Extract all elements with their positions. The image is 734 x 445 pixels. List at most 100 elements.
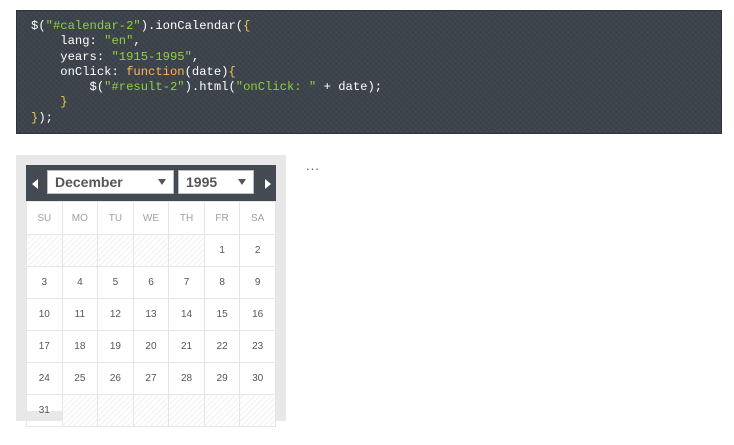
- day-cell[interactable]: 12: [97, 298, 134, 331]
- day-cell[interactable]: 21: [168, 330, 205, 363]
- code-token: + date);: [316, 80, 383, 95]
- empty-day-cell: [97, 234, 134, 267]
- day-cell[interactable]: 27: [132, 362, 170, 395]
- code-token: onClick:: [31, 64, 127, 79]
- arrow-left-icon: [32, 179, 38, 189]
- empty-day-cell: [97, 394, 134, 427]
- weekday-label: FR: [203, 201, 241, 235]
- code-token: ,: [133, 34, 141, 49]
- weekday-label: MO: [61, 201, 99, 235]
- code-line: });: [31, 111, 382, 126]
- empty-day-cell: [168, 394, 205, 427]
- code-token: "en": [104, 34, 134, 49]
- code-line: onClick: function(date){: [31, 65, 382, 80]
- day-cell[interactable]: 5: [97, 266, 134, 299]
- day-cell[interactable]: 9: [239, 266, 276, 299]
- empty-day-cell: [132, 394, 170, 427]
- week-row: 17 18 19 20 21 22 23: [26, 330, 276, 363]
- day-cell[interactable]: 13: [132, 298, 170, 331]
- empty-day-cell: [168, 234, 205, 267]
- day-cell[interactable]: 22: [203, 330, 241, 363]
- result-output: ...: [306, 158, 320, 173]
- week-row: 10 11 12 13 14 15 16: [26, 298, 276, 331]
- day-cell[interactable]: 28: [168, 362, 205, 395]
- week-row: 3456789: [26, 266, 276, 299]
- day-cell[interactable]: 26: [97, 362, 134, 395]
- weekday-label: TU: [97, 201, 134, 235]
- calendar-grid: SU MO TU WE TH FR SA 1 2 3 4 5 6 7 8 9 10 11 12 13 14 15 16 17…: [26, 201, 276, 427]
- weekday-header-row: SU MO TU WE TH FR SA: [26, 201, 276, 235]
- code-line: }: [31, 95, 382, 110]
- code-token: function: [126, 64, 185, 79]
- code-line: years: "1915-1995",: [31, 50, 382, 65]
- code-token: ,: [191, 49, 200, 64]
- code-token: lang:: [31, 34, 105, 49]
- day-cell[interactable]: 4: [61, 266, 99, 299]
- code-token: {: [243, 19, 251, 33]
- empty-day-cell: [239, 394, 276, 427]
- calendar-container: December 1995 SU MO TU WE TH FR SA 1 2 3 4 5 6 7 8 9 10…: [16, 155, 286, 427]
- empty-day-cell: [203, 394, 241, 427]
- calendar-header: December 1995: [26, 165, 276, 201]
- code-content: $("#calendar-2").ionCalendar({ lang: "en…: [31, 19, 382, 126]
- code-token: $(: [31, 19, 46, 33]
- day-cell[interactable]: 3: [26, 266, 63, 299]
- code-token: ).ionCalendar(: [140, 19, 244, 33]
- day-cell[interactable]: 14: [168, 298, 205, 331]
- code-token: "#result-2": [104, 80, 185, 95]
- week-row: 24 25 26 27 28 29 30: [26, 362, 276, 395]
- code-line: lang: "en",: [31, 34, 382, 49]
- empty-day-cell: [61, 234, 99, 267]
- day-cell[interactable]: 15: [203, 298, 241, 331]
- code-token: ).html(: [184, 80, 236, 95]
- calendar-body: 1 2 3 4 5 6 7 8 9 10 11 12 13 14 15 16 17 18 19 20 21 22 23 24 2…: [26, 234, 276, 427]
- day-cell[interactable]: 10: [26, 298, 63, 331]
- code-token: {: [228, 64, 236, 79]
- next-month-button[interactable]: [258, 165, 276, 201]
- day-cell[interactable]: 23: [239, 330, 276, 363]
- code-token: "1915-1995": [111, 49, 192, 64]
- day-cell[interactable]: 16: [239, 298, 276, 331]
- code-token: );: [38, 110, 53, 125]
- day-cell[interactable]: 18: [61, 330, 99, 363]
- day-cell[interactable]: 30: [239, 362, 276, 395]
- code-token: years:: [31, 49, 112, 64]
- code-token: }: [31, 95, 68, 110]
- day-cell[interactable]: 1: [203, 234, 241, 267]
- day-cell[interactable]: 8: [203, 266, 241, 299]
- chevron-down-icon: [238, 179, 246, 185]
- day-cell[interactable]: 11: [61, 298, 99, 331]
- day-cell[interactable]: 29: [203, 362, 241, 395]
- weekday-label: SU: [26, 201, 63, 235]
- calendar: December 1995 SU MO TU WE TH FR SA 1 2 3 4 5 6 7 8 9 10…: [26, 165, 276, 427]
- empty-day-cell: [132, 234, 170, 267]
- code-token: "#calendar-2": [45, 19, 141, 33]
- arrow-right-icon: [265, 179, 271, 189]
- code-block: $("#calendar-2").ionCalendar({ lang: "en…: [16, 10, 722, 134]
- prev-month-button[interactable]: [26, 165, 44, 201]
- chevron-down-icon: [158, 179, 166, 185]
- day-cell[interactable]: 7: [168, 266, 205, 299]
- weekday-label: WE: [132, 201, 170, 235]
- code-line: $("#result-2").html("onClick: " + date);: [31, 80, 383, 95]
- month-select[interactable]: December: [47, 170, 174, 194]
- month-select-value: December: [55, 174, 123, 190]
- code-token: $(: [31, 80, 105, 95]
- empty-day-cell: [26, 234, 63, 267]
- day-cell[interactable]: 2: [239, 234, 276, 267]
- week-row: 31: [26, 394, 276, 427]
- code-line: $("#calendar-2").ionCalendar({: [31, 19, 382, 34]
- weekday-label: TH: [168, 201, 205, 235]
- day-cell[interactable]: 20: [132, 330, 170, 363]
- empty-day-cell: [61, 394, 99, 427]
- year-select[interactable]: 1995: [178, 170, 254, 194]
- code-token: "onClick: ": [235, 80, 317, 95]
- day-cell[interactable]: 31: [26, 394, 63, 427]
- day-cell[interactable]: 19: [97, 330, 134, 363]
- day-cell[interactable]: 25: [61, 362, 99, 395]
- week-row: 12: [26, 234, 276, 267]
- day-cell[interactable]: 6: [132, 266, 170, 299]
- code-token: (date): [184, 64, 229, 79]
- day-cell[interactable]: 24: [26, 362, 63, 395]
- day-cell[interactable]: 17: [26, 330, 63, 363]
